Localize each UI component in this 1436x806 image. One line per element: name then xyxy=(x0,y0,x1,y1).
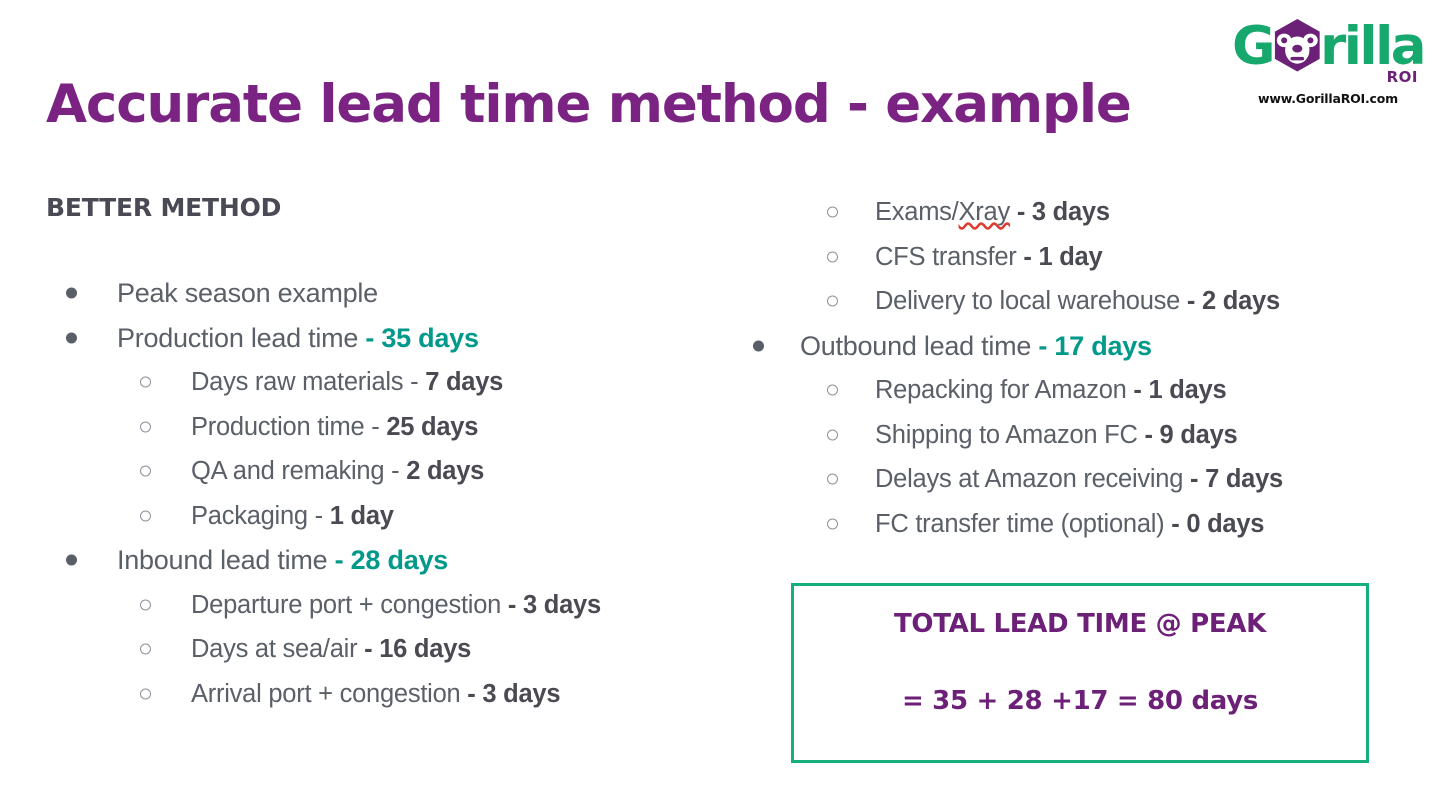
bullet-circle-icon xyxy=(140,465,151,477)
list-item-label: Exams/Xray xyxy=(875,198,1011,226)
list-item-text: Departure port + congestion - 3 days xyxy=(191,583,601,628)
list-item-label: CFS transfer xyxy=(875,242,1024,271)
bullet-circle-icon xyxy=(827,384,838,396)
list-item-label: Delays at Amazon receiving xyxy=(875,465,1190,493)
list-item-label: QA and remaking - xyxy=(191,457,407,485)
list-item-text: Packaging - 1 day xyxy=(191,494,394,539)
list-item-label: Days raw materials - xyxy=(191,368,426,396)
list-item-label: Inbound lead time xyxy=(117,545,335,575)
bullet-circle-icon xyxy=(140,688,151,700)
list-item-value: - 17 days xyxy=(1038,330,1152,361)
list-item-label: Packaging - xyxy=(191,501,330,530)
list-item-value: 2 days xyxy=(406,457,485,485)
list-item-label: Outbound lead time xyxy=(800,330,1039,361)
total-lead-time-title: TOTAL LEAD TIME @ PEAK xyxy=(893,609,1266,639)
list-item-value: - 16 days xyxy=(364,635,472,663)
section-heading-better-method: BETTER METHOD xyxy=(46,193,282,222)
bullet-circle-icon xyxy=(827,518,838,530)
bullet-circle-icon xyxy=(827,295,838,307)
list-item-value: - 3 days xyxy=(1016,198,1110,226)
list-item-text: Exams/Xray - 3 days xyxy=(875,190,1110,235)
list-item: Repacking for Amazon - 1 days xyxy=(720,368,1436,413)
bullet-disc-icon xyxy=(753,340,764,352)
right-bullet-list: Exams/Xray - 3 days CFS transfer - 1 day D… xyxy=(720,190,1436,546)
list-item-value: - 1 day xyxy=(1023,242,1103,271)
list-item-text: Days at sea/air - 16 days xyxy=(191,627,471,672)
bullet-circle-icon xyxy=(827,206,838,218)
list-item-value: - 35 days xyxy=(365,322,479,353)
list-item: Production lead time - 35 days xyxy=(0,316,720,361)
list-item-text: Delivery to local warehouse - 2 days xyxy=(875,279,1280,324)
list-item-text: Outbound lead time - 17 days xyxy=(800,324,1152,369)
list-item-label: Shipping to Amazon FC xyxy=(875,420,1145,449)
list-item-text: Shipping to Amazon FC - 9 days xyxy=(875,413,1238,458)
list-item: Production time - 25 days xyxy=(0,405,720,450)
list-item-text: Production lead time - 35 days xyxy=(117,316,479,361)
list-item-text: Repacking for Amazon - 1 days xyxy=(875,368,1227,413)
list-item-label: Delivery to local warehouse xyxy=(875,287,1187,315)
list-item: Departure port + congestion - 3 days xyxy=(0,583,720,628)
list-item-text: FC transfer time (optional) - 0 days xyxy=(875,502,1264,547)
list-item-value: 7 days xyxy=(425,368,504,396)
list-item-text: Delays at Amazon receiving - 7 days xyxy=(875,457,1283,502)
list-item-label: Production time - xyxy=(191,412,387,441)
list-item-label: Repacking for Amazon xyxy=(875,376,1134,404)
list-item-text: Peak season example xyxy=(117,271,378,316)
bullet-circle-icon xyxy=(140,510,151,522)
list-item-label: Days at sea/air xyxy=(191,635,365,663)
list-item: Days at sea/air - 16 days xyxy=(0,627,720,672)
list-item: Inbound lead time - 28 days xyxy=(0,538,720,583)
bullet-disc-icon xyxy=(66,287,77,299)
list-item-label: FC transfer time (optional) xyxy=(875,509,1172,538)
list-item: Packaging - 1 day xyxy=(0,494,720,539)
bullet-circle-icon xyxy=(827,429,838,441)
left-column: BETTER METHOD Peak season example Product… xyxy=(0,0,720,806)
bullet-disc-icon xyxy=(66,332,77,344)
bullet-circle-icon xyxy=(140,376,151,388)
list-item: Exams/Xray - 3 days xyxy=(720,190,1436,235)
list-item: Delivery to local warehouse - 2 days xyxy=(720,279,1436,324)
bullet-circle-icon xyxy=(827,473,838,485)
list-item-text: Days raw materials - 7 days xyxy=(191,360,503,405)
bullet-circle-icon xyxy=(140,599,151,611)
list-item-value: - 0 days xyxy=(1171,509,1265,538)
list-item-value: - 9 days xyxy=(1144,420,1238,449)
list-item-text: Production time - 25 days xyxy=(191,405,478,450)
list-item-value: - 1 days xyxy=(1133,376,1227,404)
spellcheck-underline: Xray xyxy=(958,198,1011,226)
total-lead-time-box: TOTAL LEAD TIME @ PEAK = 35 + 28 +17 = 8… xyxy=(791,583,1369,763)
list-item: Shipping to Amazon FC - 9 days xyxy=(720,413,1436,458)
list-item-text: Arrival port + congestion - 3 days xyxy=(191,672,560,717)
list-item-value: - 3 days xyxy=(467,679,561,708)
list-item-value: 1 day xyxy=(329,501,394,530)
total-lead-time-equation: = 35 + 28 +17 = 80 days xyxy=(901,686,1259,716)
list-item: QA and remaking - 2 days xyxy=(0,449,720,494)
list-item-value: 25 days xyxy=(386,412,479,441)
list-item-label: Peak season example xyxy=(117,278,378,308)
list-item: Outbound lead time - 17 days xyxy=(720,324,1436,369)
right-column: Exams/Xray - 3 days CFS transfer - 1 day D… xyxy=(720,0,1436,806)
list-item-label: Arrival port + congestion xyxy=(191,679,468,708)
list-item: Delays at Amazon receiving - 7 days xyxy=(720,457,1436,502)
bullet-circle-icon xyxy=(140,643,151,655)
list-item-value: - 7 days xyxy=(1190,465,1283,493)
list-item: CFS transfer - 1 day xyxy=(720,235,1436,280)
list-item-label: Production lead time xyxy=(117,322,366,353)
list-item-label: Departure port + congestion xyxy=(191,590,508,619)
list-item-value: - 28 days xyxy=(334,545,449,575)
list-item: Arrival port + congestion - 3 days xyxy=(0,672,720,717)
bullet-circle-icon xyxy=(140,421,151,433)
list-item-value: - 3 days xyxy=(507,590,601,619)
left-bullet-list: Peak season example Production lead time … xyxy=(0,271,720,716)
list-item-text: QA and remaking - 2 days xyxy=(191,449,484,494)
list-item: FC transfer time (optional) - 0 days xyxy=(720,502,1436,547)
list-item: Days raw materials - 7 days xyxy=(0,360,720,405)
list-item-text: Inbound lead time - 28 days xyxy=(117,538,448,583)
list-item: Peak season example xyxy=(0,271,720,316)
bullet-disc-icon xyxy=(66,554,77,566)
list-item-text: CFS transfer - 1 day xyxy=(875,235,1103,280)
bullet-circle-icon xyxy=(827,251,838,263)
list-item-value: - 2 days xyxy=(1186,287,1280,315)
